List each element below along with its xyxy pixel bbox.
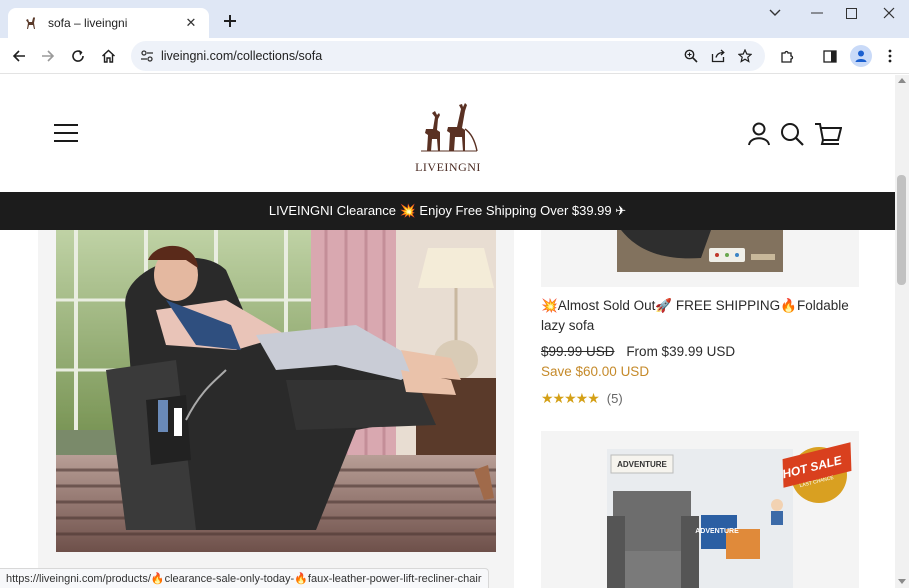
address-bar[interactable]: liveingni.com/collections/sofa [131,41,765,71]
announcement-bar[interactable]: LIVEINGNI Clearance 💥 Enjoy Free Shippin… [0,192,895,230]
url-text[interactable]: liveingni.com/collections/sofa [161,49,322,63]
side-panel-icon[interactable] [818,44,842,68]
profile-avatar-icon[interactable] [850,45,872,67]
compare-at-price: $99.99 USD [541,344,615,359]
site-logo[interactable]: LIVEINGNI [405,99,491,174]
product-rating[interactable]: ★★★★★ (5) [541,390,623,407]
product-card-recliner[interactable] [38,230,514,588]
zoom-icon[interactable] [681,46,701,66]
scroll-up-arrow-icon[interactable] [898,78,906,83]
status-url-bar: https://liveingni.com/products/🔥clearanc… [0,568,489,588]
extensions-icon[interactable] [775,44,799,68]
product-image-lazy-sofa[interactable] [541,230,859,287]
sign-text: ADVENTURE [617,460,667,469]
sale-price: From $39.99 USD [626,344,736,359]
page-scrollbar[interactable] [895,75,909,588]
armchair-photo: ADVENTURE ADVENTURE HOT SALE LAST CHANCE [607,442,852,588]
browser-toolbar: liveingni.com/collections/sofa [0,38,909,74]
giraffe-logo-icon [421,103,478,152]
pillow-text: ADVENTURE [695,528,739,535]
cart-icon[interactable] [814,121,842,147]
back-icon[interactable] [7,44,31,68]
search-icon[interactable] [779,121,805,147]
lazy-sofa-photo [617,230,783,272]
account-icon[interactable] [746,121,772,147]
new-tab-icon[interactable] [219,10,241,32]
status-url-text: https://liveingni.com/products/🔥clearanc… [6,573,482,585]
rating-stars-icon: ★★★★★ [541,390,600,406]
reload-icon[interactable] [66,44,90,68]
savings-text: Save $60.00 USD [541,364,650,379]
scrollbar-thumb[interactable] [897,175,906,285]
page-viewport: LIVEINGNI LIVEINGNI Clearance 💥 Enjoy Fr… [0,75,895,588]
tab-search-chevron-icon[interactable] [760,4,790,22]
price-row: $99.99 USD From $39.99 USD [541,344,735,359]
product-card-armchair[interactable]: ADVENTURE ADVENTURE HOT SALE LAST CHANCE [541,431,859,588]
recliner-photo [56,230,496,552]
giraffe-favicon-icon [24,16,38,30]
close-window-icon[interactable] [874,4,904,22]
recliner-chair-image[interactable] [56,230,496,552]
home-icon[interactable] [96,44,120,68]
tab-strip: sofa – liveingni ✕ [0,0,909,38]
bookmark-star-icon[interactable] [735,46,755,66]
browser-tab[interactable]: sofa – liveingni ✕ [8,8,209,38]
maximize-icon[interactable] [836,4,866,22]
site-settings-icon[interactable] [137,46,157,66]
menu-kebab-icon[interactable] [878,44,902,68]
forward-icon[interactable] [36,44,60,68]
announcement-text: LIVEINGNI Clearance 💥 Enjoy Free Shippin… [268,203,627,218]
share-icon[interactable] [708,46,728,66]
rating-count: (5) [606,391,623,406]
tab-title: sofa – liveingni [48,16,128,30]
scroll-down-arrow-icon[interactable] [898,579,906,584]
minimize-icon[interactable] [802,4,832,22]
close-tab-icon[interactable]: ✕ [183,15,199,31]
site-header: LIVEINGNI [0,75,895,192]
hamburger-menu-icon[interactable] [54,124,78,144]
product-title-lazy-sofa[interactable]: 💥Almost Sold Out🚀 FREE SHIPPING🔥Foldable… [541,296,871,336]
logo-text: LIVEINGNI [415,160,481,174]
